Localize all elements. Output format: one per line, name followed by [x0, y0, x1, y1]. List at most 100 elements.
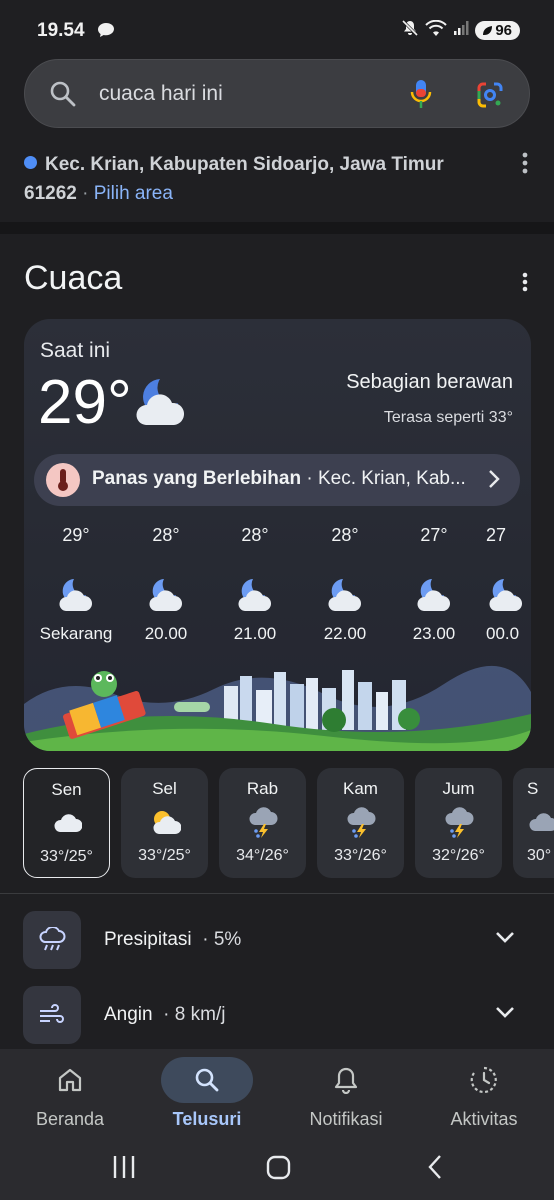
location-address: Kec. Krian, Kabupaten Sidoarjo, Jawa Tim…: [45, 154, 444, 175]
recent-apps-icon[interactable]: [113, 1156, 135, 1178]
feels-like-text: Terasa seperti 33°: [383, 409, 513, 426]
heat-alert[interactable]: Panas yang Berlebihan · Kec. Krian, Kab.…: [34, 454, 520, 506]
hour-temp: 28°: [241, 525, 269, 545]
wind-row[interactable]: Angin · 8 km/j: [23, 986, 533, 1044]
hour-item: 27° 23.00: [389, 525, 479, 644]
hour-temp: 27°: [420, 525, 448, 545]
condition-text: Sebagian berawan: [346, 371, 513, 393]
leaf-icon: [483, 25, 493, 35]
day-temp-range: 33°/26°: [334, 847, 387, 864]
thunderstorm-icon: [317, 807, 404, 841]
alert-detail: · Kec. Krian, Kab...: [306, 468, 466, 489]
precipitation-row[interactable]: Presipitasi · 5%: [23, 911, 533, 969]
status-time: 19.54: [37, 20, 85, 41]
day-name: Rab: [246, 779, 279, 798]
back-icon[interactable]: [428, 1155, 441, 1179]
weather-card[interactable]: Saat ini 29° Sebagian berawan Terasa sep…: [24, 319, 531, 751]
location-info: Kec. Krian, Kabupaten Sidoarjo, Jawa Tim…: [24, 150, 504, 208]
home-button-icon[interactable]: [266, 1155, 291, 1180]
signal-icon: [453, 20, 469, 41]
google-lens-icon[interactable]: [475, 80, 505, 115]
bell-icon: [286, 1055, 406, 1105]
day-name: Sen: [51, 780, 82, 799]
day-card[interactable]: Kam 33°/26°: [317, 768, 404, 878]
hour-temp: 29°: [62, 525, 90, 545]
wind-icon: [23, 986, 81, 1044]
search-icon: [161, 1057, 253, 1103]
hour-item: 28° 22.00: [300, 525, 390, 644]
cloud-icon: [24, 808, 109, 842]
precipitation-value: · 5%: [202, 929, 242, 950]
thermometer-icon: [46, 463, 80, 497]
hour-item: 27 00.0: [486, 525, 531, 644]
search-query[interactable]: cuaca hari ini: [99, 82, 223, 106]
weather-more-icon[interactable]: [522, 272, 528, 297]
nav-notifications[interactable]: Notifikasi: [286, 1055, 406, 1130]
nav-notifications-label: Notifikasi: [309, 1109, 383, 1129]
sun-cloud-icon: [121, 807, 208, 841]
search-bar[interactable]: cuaca hari ini: [24, 59, 530, 128]
weather-title: Cuaca: [24, 259, 123, 297]
chat-notification-icon: [97, 22, 115, 43]
weather-scene-illustration: [24, 665, 531, 751]
day-card[interactable]: S 30°: [513, 768, 554, 878]
microphone-icon[interactable]: [409, 78, 433, 115]
location-more-icon[interactable]: [522, 152, 528, 179]
moon-cloud-icon: [486, 576, 531, 616]
system-navigation-bar: [113, 1155, 441, 1180]
day-name: Kam: [343, 779, 378, 798]
hour-temp: 28°: [152, 525, 180, 545]
thunderstorm-icon: [219, 807, 306, 841]
current-temperature: 29°: [38, 368, 132, 437]
home-icon: [10, 1055, 130, 1105]
hour-label: 20.00: [144, 624, 188, 643]
wind-label: Angin: [104, 1004, 153, 1025]
postal-code: 61262: [24, 183, 77, 204]
hour-item: 28° 21.00: [210, 525, 300, 644]
nav-search-label: Telusuri: [172, 1109, 242, 1129]
day-name: S: [527, 779, 539, 798]
search-icon[interactable]: [49, 80, 77, 113]
daily-forecast[interactable]: Sen 33°/25° Sel 33°/25° Rab 34°/26° Kam …: [0, 768, 554, 880]
day-card[interactable]: Jum 32°/26°: [415, 768, 502, 878]
location-dot-icon: [24, 156, 37, 169]
day-temp-range: 30°: [527, 847, 552, 864]
nav-search[interactable]: Telusuri: [147, 1055, 267, 1130]
nav-activity[interactable]: Aktivitas: [424, 1055, 544, 1130]
mute-icon: [401, 19, 419, 42]
moon-cloud-icon: [132, 375, 192, 436]
hour-temp: 28°: [331, 525, 359, 545]
now-label: Saat ini: [40, 339, 111, 362]
battery-indicator: 96: [475, 21, 520, 40]
hour-label: 00.0: [486, 624, 520, 643]
nav-home[interactable]: Beranda: [10, 1055, 130, 1130]
nav-home-label: Beranda: [35, 1109, 105, 1129]
day-temp-range: 32°/26°: [432, 847, 485, 864]
battery-level: 96: [495, 22, 512, 39]
status-bar: 19.54 96: [0, 0, 554, 58]
chevron-down-icon[interactable]: [495, 930, 515, 948]
day-card[interactable]: Rab 34°/26°: [219, 768, 306, 878]
day-card[interactable]: Sel 33°/25°: [121, 768, 208, 878]
day-temp-range: 33°/25°: [138, 847, 191, 864]
alert-title: Panas yang Berlebihan: [92, 468, 302, 489]
activity-history-icon: [424, 1055, 544, 1105]
hour-temp: 27: [486, 525, 507, 545]
nav-activity-label: Aktivitas: [450, 1109, 518, 1129]
day-temp-range: 34°/26°: [236, 847, 289, 864]
hour-label: 22.00: [323, 624, 367, 643]
moon-cloud-icon: [31, 576, 121, 616]
moon-cloud-icon: [121, 576, 211, 616]
day-temp-range: 33°/25°: [40, 848, 93, 865]
hour-label: 23.00: [412, 624, 456, 643]
chevron-down-icon[interactable]: [495, 1005, 515, 1023]
day-card[interactable]: Sen 33°/25°: [23, 768, 110, 878]
hour-label: Sekarang: [39, 624, 113, 643]
moon-cloud-icon: [389, 576, 479, 616]
pick-area-link[interactable]: Pilih area: [94, 183, 173, 204]
hourly-forecast[interactable]: 29° Sekarang 28° 20.00 28° 21.00 28° 22.…: [24, 525, 531, 665]
hour-item: 28° 20.00: [121, 525, 211, 644]
section-divider: [0, 222, 554, 234]
hour-label: 21.00: [233, 624, 277, 643]
divider: [0, 893, 554, 894]
